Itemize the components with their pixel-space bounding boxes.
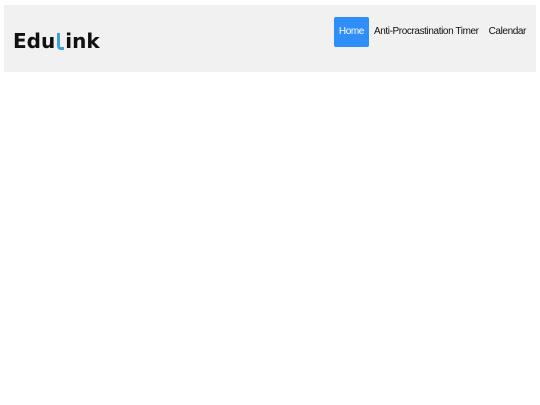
main-content [0, 72, 540, 405]
logo-text-ink: ink [65, 29, 100, 53]
nav-item-home[interactable]: Home [333, 17, 369, 47]
header: Edu ink Home Anti-Procrastination Timer C… [4, 5, 536, 72]
logo-l-icon [57, 33, 65, 50]
page: Edu ink Home Anti-Procrastination Timer C… [0, 0, 540, 405]
logo[interactable]: Edu ink [13, 25, 100, 51]
main-nav: Home Anti-Procrastination Timer Calendar [333, 17, 531, 47]
nav-item-anti-procrastination-timer[interactable]: Anti-Procrastination Timer [369, 17, 484, 47]
nav-item-calendar[interactable]: Calendar [484, 17, 531, 47]
logo-text-edu: Edu [13, 29, 56, 53]
